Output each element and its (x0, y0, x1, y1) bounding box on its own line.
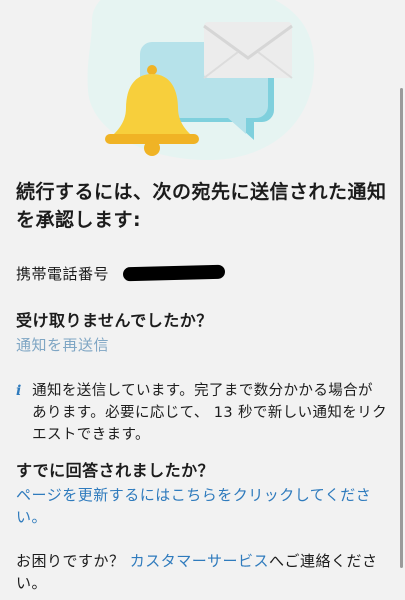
main-content: 続行するには、次の宛先に送信された通知を承認します: 携帯電話番号 受け取りませ… (16, 178, 387, 594)
info-icon: i (16, 383, 22, 399)
redacted-phone-number (122, 264, 226, 282)
envelope-icon (203, 22, 293, 79)
phone-number-row: 携帯電話番号 (16, 262, 387, 284)
refresh-page-link[interactable]: ページを更新するにはこちらをクリックしてください。 (16, 484, 387, 528)
customer-service-link[interactable]: カスタマーサービス (130, 552, 269, 570)
scrollbar[interactable] (400, 88, 403, 568)
not-received-question: 受け取りませんでしたか？ (16, 311, 213, 330)
help-prefix: お困りですか？ (16, 552, 130, 570)
notification-approval-page: 続行するには、次の宛先に送信された通知を承認します: 携帯電話番号 受け取りませ… (0, 0, 405, 600)
already-answered-question: すでに回答されましたか？ (16, 461, 215, 480)
resend-notification-link[interactable]: 通知を再送信 (16, 334, 387, 356)
info-message: i 通知を送信しています。完了まで数分かかる場合があります。必要に応じて、 13… (16, 380, 387, 446)
page-heading: 続行するには、次の宛先に送信された通知を承認します: (16, 181, 387, 231)
info-message-text: 通知を送信しています。完了まで数分かかる場合があります。必要に応じて、 13 秒… (32, 383, 388, 443)
phone-number-label: 携帯電話番号 (16, 264, 110, 283)
notification-illustration (87, 0, 315, 160)
help-text: お困りですか？ カスタマーサービスへご連絡ください。 (16, 550, 387, 594)
